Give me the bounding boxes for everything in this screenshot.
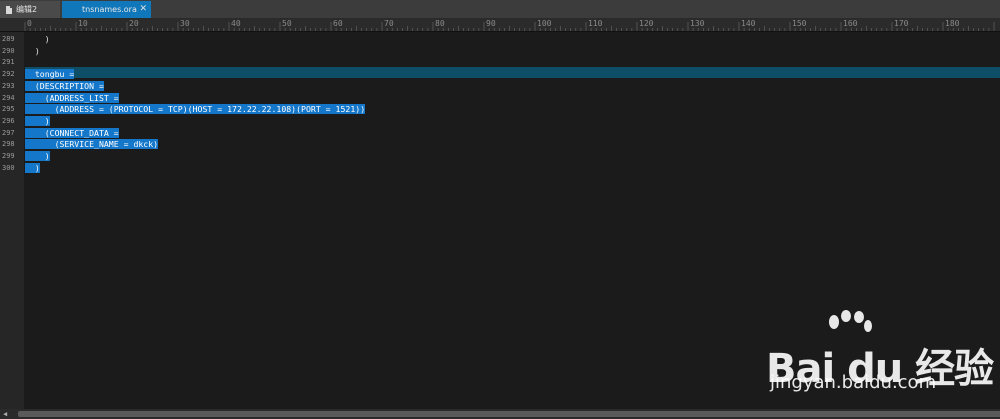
scroll-left-icon[interactable]: ◀ [3,410,7,418]
line-number: 290 [2,46,15,55]
tab-editor2[interactable]: 编辑2 [0,1,60,18]
line-number: 295 [2,105,15,114]
code-line-text: ) [25,162,40,173]
ruler-mark: 100 [537,19,552,28]
tab-bar: 编辑2 tnsnames.ora ✕ [0,0,1000,19]
ruler-mark: 160 [843,19,858,28]
ruler-mark: 170 [894,19,909,28]
code-line-text: ) [25,45,40,56]
ruler-mark: 180 [945,19,960,28]
ruler-mark: 0 [27,19,32,28]
code-line[interactable]: (ADDRESS = (PROTOCOL = TCP)(HOST = 172.2… [25,104,366,115]
line-number: 300 [2,163,15,172]
tab-label: 编辑2 [16,5,38,14]
code-line-text: ) [25,115,50,126]
code-line[interactable]: tongbu = [25,69,75,80]
tab-label: tnsnames.ora [82,5,137,14]
baidu-watermark: Bai du 经验 jingyan.baidu.com [766,310,996,400]
code-line[interactable]: (CONNECT_DATA = [25,127,119,139]
code-line[interactable]: ) [25,151,50,162]
ruler-mark: 20 [129,19,139,28]
code-line[interactable]: (DESCRIPTION = [25,80,104,92]
line-number: 298 [2,140,15,149]
code-line-text: tongbu = [25,69,75,80]
current-line-highlight [25,67,1000,78]
line-number: 299 [2,152,15,160]
line-number-gutter: 289 290 291 292 293 294 295 296 297 298 299 300 [0,32,24,410]
code-line[interactable]: ) [25,162,40,174]
code-line-text: ) [25,151,50,161]
ruler-mark: 80 [435,19,445,28]
line-number: 294 [2,93,15,102]
code-line[interactable]: ) [25,46,40,57]
close-icon[interactable]: ✕ [139,4,147,14]
code-line-text: ) [25,34,50,44]
line-number: 296 [2,116,15,125]
column-ruler: 0 10 20 30 40 50 60 70 80 90 100 110 120 130 140 150 160… [0,19,1000,32]
ruler-mark: 120 [639,19,654,28]
watermark-url: jingyan.baidu.com [770,372,937,393]
code-line[interactable]: ) [25,115,50,127]
line-number: 292 [2,70,15,79]
line-number: 289 [2,35,15,43]
ruler-mark: 90 [486,19,496,28]
ruler-mark: 150 [792,19,807,28]
ruler-mark: 50 [282,19,292,28]
ruler-mark: 140 [741,19,756,28]
line-number: 297 [2,128,15,137]
code-line-text: (SERVICE_NAME = dkck) [25,139,159,150]
ruler-mark: 30 [180,19,190,28]
ruler-mark: 110 [588,19,603,28]
ruler-mark: 60 [333,19,343,28]
tab-tnsnames[interactable]: tnsnames.ora ✕ [62,1,151,18]
ruler-mark: 10 [78,19,88,28]
ruler-mark: 70 [384,19,394,28]
ruler-mark: 130 [690,19,705,28]
code-line[interactable]: ) [25,34,50,45]
ruler-mark: 40 [231,19,241,28]
line-number: 293 [2,81,15,90]
code-line-text: (ADDRESS_LIST = [25,92,119,103]
code-line-text: (ADDRESS = (PROTOCOL = TCP)(HOST = 172.2… [25,104,366,115]
line-number: 291 [2,58,15,67]
code-line[interactable]: (ADDRESS_LIST = [25,92,119,104]
scrollbar-thumb[interactable] [18,411,1000,417]
horizontal-scrollbar[interactable]: ◀ [0,409,1000,419]
code-line-text: (CONNECT_DATA = [25,127,119,138]
code-line-text: (DESCRIPTION = [25,80,104,91]
code-line[interactable]: (SERVICE_NAME = dkck) [25,139,159,150]
document-icon [6,5,12,14]
